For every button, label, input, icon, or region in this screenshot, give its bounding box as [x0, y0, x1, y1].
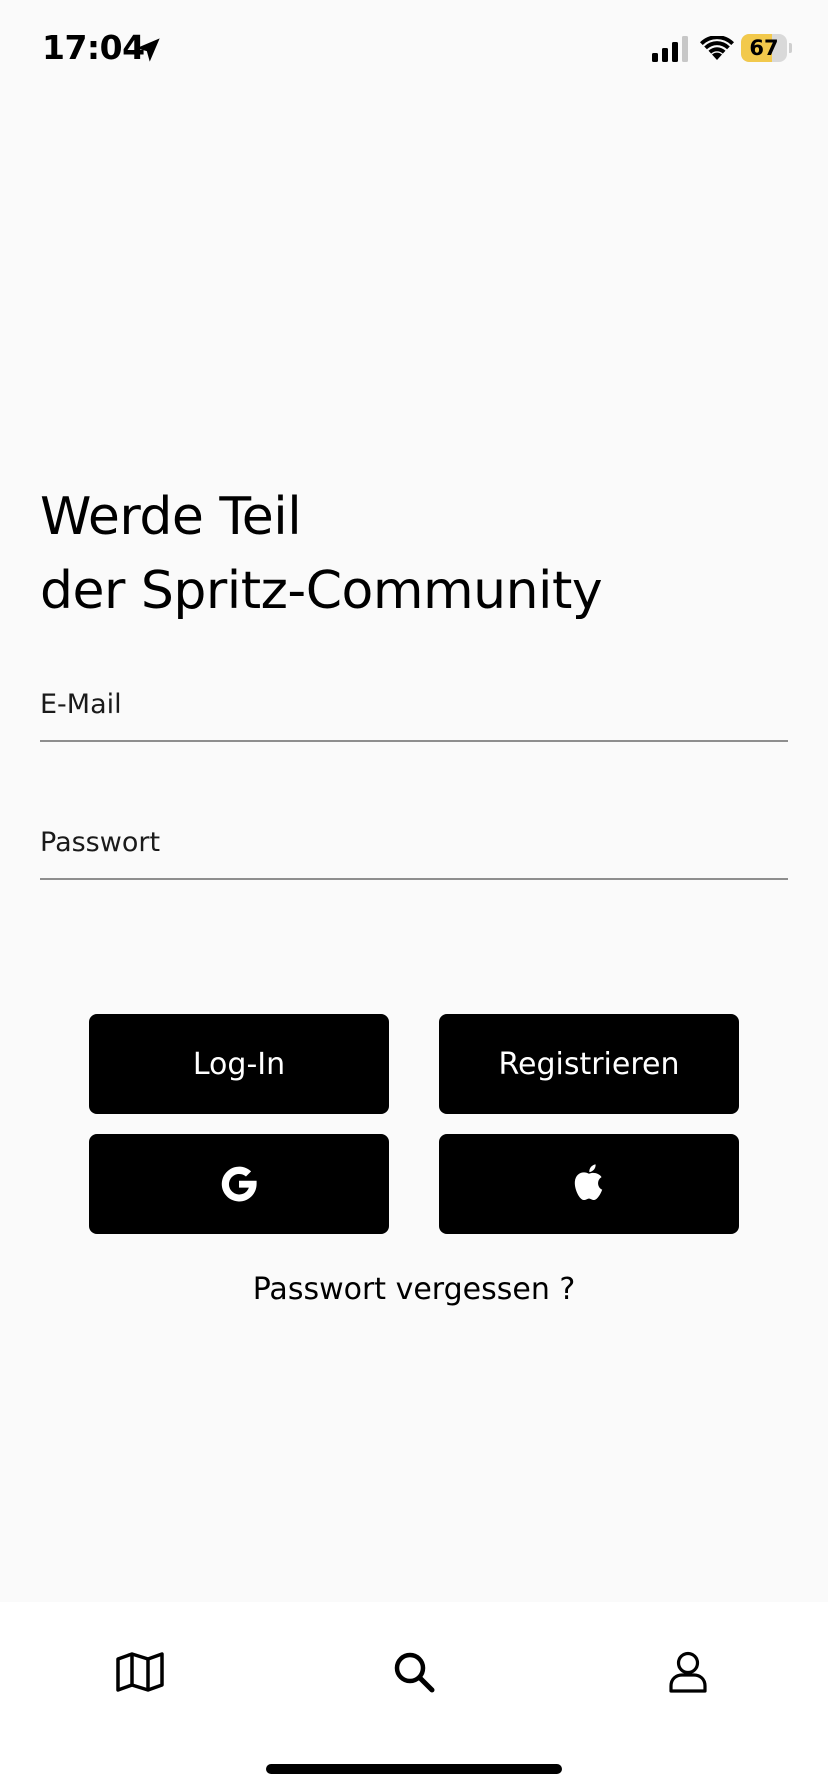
location-arrow-icon [136, 38, 160, 62]
register-button-label: Registrieren [498, 1046, 680, 1082]
cellular-signal-icon [652, 36, 688, 62]
login-button[interactable]: Log-In [89, 1014, 389, 1114]
register-button[interactable]: Registrieren [439, 1014, 739, 1114]
password-field[interactable] [40, 818, 788, 866]
email-field-container [40, 680, 788, 742]
tab-profile[interactable] [658, 1642, 718, 1702]
wifi-icon [700, 36, 734, 60]
profile-icon [669, 1651, 707, 1693]
status-time: 17:04 [42, 28, 145, 67]
page-title: Werde Teil der Spritz-Community [40, 480, 780, 628]
battery-icon: 67 [741, 34, 792, 62]
login-button-label: Log-In [192, 1046, 286, 1082]
status-bar: 17:04 67 [0, 0, 828, 100]
battery-nub [789, 43, 792, 53]
headline-line-1: Werde Teil [40, 487, 302, 547]
google-sign-in-button[interactable] [89, 1134, 389, 1234]
home-indicator [266, 1764, 562, 1774]
apple-sign-in-button[interactable] [439, 1134, 739, 1234]
headline-line-2: der Spritz-Community [40, 561, 603, 621]
tab-bar [0, 1602, 828, 1792]
map-icon [116, 1652, 164, 1692]
battery-level: 67 [749, 36, 779, 60]
password-field-container [40, 818, 788, 880]
email-field[interactable] [40, 680, 788, 728]
apple-icon [574, 1164, 603, 1201]
battery-body: 67 [741, 34, 787, 62]
tab-map[interactable] [110, 1642, 170, 1702]
search-icon [394, 1652, 435, 1693]
google-icon [221, 1166, 257, 1202]
tab-search[interactable] [384, 1642, 444, 1702]
forgot-password-link[interactable]: Passwort vergessen ? [0, 1272, 828, 1307]
